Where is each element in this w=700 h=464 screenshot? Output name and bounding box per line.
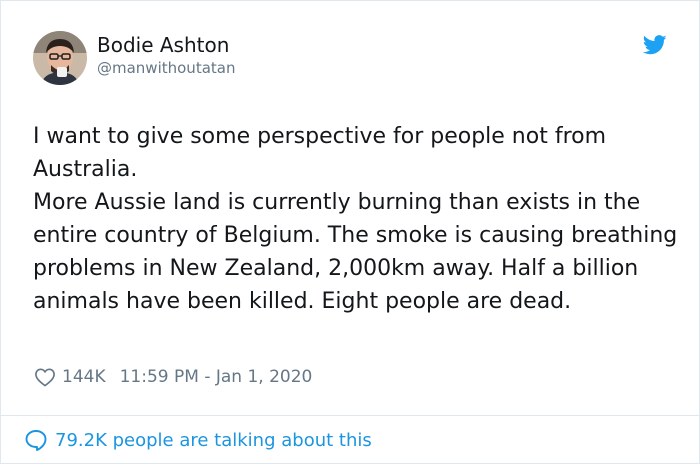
conversation-link[interactable]: 79.2K people are talking about this [24,426,372,454]
divider [1,415,699,416]
avatar[interactable] [33,31,87,85]
display-name[interactable]: Bodie Ashton [97,32,235,58]
tweet-paragraph: I want to give some perspective for peop… [33,124,607,182]
author-info: Bodie Ashton @manwithoutatan [97,32,235,78]
conversation-label: 79.2K people are talking about this [55,429,372,451]
user-handle[interactable]: @manwithoutatan [97,58,235,78]
tweet-meta: 144K 11:59 PM - Jan 1, 2020 [34,363,312,391]
twitter-bird-icon[interactable] [643,35,667,55]
like-count[interactable]: 144K [62,367,106,387]
tweet-timestamp[interactable]: 11:59 PM - Jan 1, 2020 [120,367,313,387]
speech-bubble-icon [25,430,47,451]
tweet-card: Bodie Ashton @manwithoutatan I want to g… [0,0,700,464]
avatar-photo-icon [33,31,87,85]
heart-outline-icon[interactable] [34,367,56,387]
tweet-paragraph: More Aussie land is currently burning th… [33,190,678,314]
tweet-header: Bodie Ashton @manwithoutatan [33,31,673,91]
tweet-text: I want to give some perspective for peop… [33,120,683,318]
